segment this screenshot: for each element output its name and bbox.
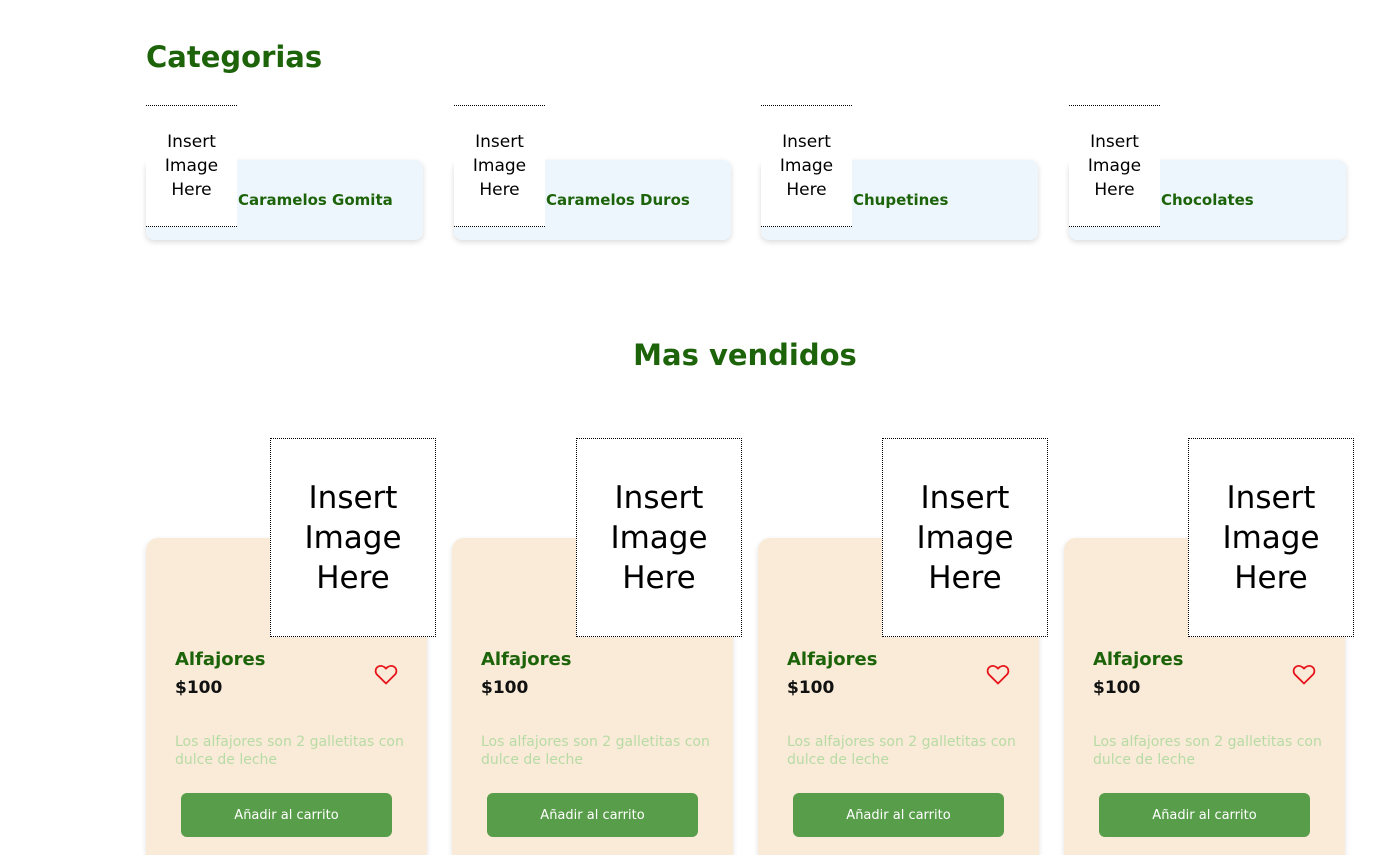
category-image-placeholder: Insert Image Here (761, 105, 852, 227)
product-card: Insert Image Here Alfajores $100 Los alf… (1064, 438, 1354, 855)
product-image-placeholder: Insert Image Here (882, 438, 1048, 637)
heart-outline-icon[interactable] (374, 663, 398, 685)
add-to-cart-button[interactable]: Añadir al carrito (793, 793, 1004, 837)
product-description: Los alfajores son 2 galletitas con dulce… (175, 734, 404, 768)
product-price: $100 (1093, 678, 1141, 698)
category-label: Caramelos Gomita (238, 191, 393, 209)
product-card: Insert Image Here Alfajores $100 Los alf… (452, 438, 742, 855)
product-card: Insert Image Here Alfajores $100 Los alf… (758, 438, 1048, 855)
product-price: $100 (481, 678, 529, 698)
category-card-caramelos-duros[interactable]: Insert Image Here Caramelos Duros (454, 105, 731, 240)
product-description: Los alfajores son 2 galletitas con dulce… (481, 734, 710, 768)
product-image-placeholder: Insert Image Here (270, 438, 436, 637)
product-name: Alfajores (175, 649, 266, 670)
product-price: $100 (787, 678, 835, 698)
add-to-cart-button[interactable]: Añadir al carrito (181, 793, 392, 837)
category-card-chocolates[interactable]: Insert Image Here Chocolates (1069, 105, 1346, 240)
product-name: Alfajores (787, 649, 878, 670)
product-image-placeholder: Insert Image Here (1188, 438, 1354, 637)
category-image-placeholder: Insert Image Here (454, 105, 545, 227)
add-to-cart-button[interactable]: Añadir al carrito (487, 793, 698, 837)
heart-outline-icon[interactable] (986, 663, 1010, 685)
best-sellers-title: Mas vendidos (633, 338, 857, 372)
product-name: Alfajores (1093, 649, 1184, 670)
heart-outline-icon[interactable] (1292, 663, 1316, 685)
product-description: Los alfajores son 2 galletitas con dulce… (787, 734, 1016, 768)
category-label: Caramelos Duros (546, 191, 690, 209)
product-price: $100 (175, 678, 223, 698)
category-label: Chocolates (1161, 191, 1254, 209)
product-image-placeholder: Insert Image Here (576, 438, 742, 637)
page: Categorias Insert Image Here Caramelos G… (0, 0, 1400, 855)
category-image-placeholder: Insert Image Here (1069, 105, 1160, 227)
category-card-chupetines[interactable]: Insert Image Here Chupetines (761, 105, 1038, 240)
category-image-placeholder: Insert Image Here (146, 105, 237, 227)
product-description: Los alfajores son 2 galletitas con dulce… (1093, 734, 1322, 768)
category-card-caramelos-gomita[interactable]: Insert Image Here Caramelos Gomita (146, 105, 423, 240)
product-name: Alfajores (481, 649, 572, 670)
categories-title: Categorias (146, 40, 323, 74)
product-card: Insert Image Here Alfajores $100 Los alf… (146, 438, 436, 855)
category-label: Chupetines (853, 191, 949, 209)
add-to-cart-button[interactable]: Añadir al carrito (1099, 793, 1310, 837)
